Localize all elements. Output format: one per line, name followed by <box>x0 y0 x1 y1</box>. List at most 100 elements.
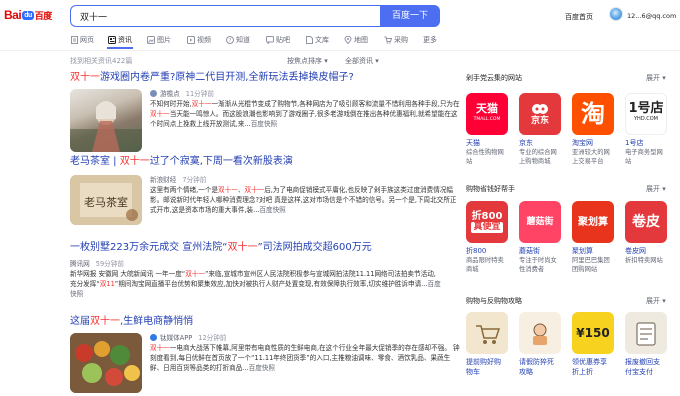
image-icon <box>147 36 155 44</box>
jd-icon: 京东 <box>519 93 561 135</box>
result-title[interactable]: 双十一游戏圈内卷严重?原神二代目开测,全新玩法丢掉换皮帽子? <box>70 72 442 84</box>
tab-wenku[interactable]: 文库 <box>305 33 329 47</box>
mogu-icon: 蘑菇街 <box>519 201 561 243</box>
news-result: 一枚别墅223万余元成交 宣州法院“双十一”司法网拍成交超600万元 腾讯网 59… <box>70 242 442 306</box>
news-result: 老马茶室 | 双十一过了个寂寞,下周一看次新股表演 老马茶室 新浪财经 7分钟前 … <box>70 156 457 236</box>
taobao-icon: 淘 <box>572 93 614 135</box>
result-source: 新浪财经 7分钟前 <box>150 176 207 184</box>
result-source: 钛媒体APP 12分钟前 <box>150 333 462 343</box>
logo-text-bai: Bai <box>4 8 22 22</box>
search-box <box>70 5 380 27</box>
chevron-down-icon: ▾ <box>662 185 666 193</box>
result-count: 找到相关资讯422篇 <box>70 57 133 65</box>
search-button[interactable]: 百度一下 <box>380 5 440 27</box>
result-snippet: 双十一一电商大战落下帷幕,阿里带有电商性质的生鲜电商,在这个行业全年最大促销季的… <box>150 344 460 373</box>
news-result: 这届双十一,生鲜电商静悄悄 钛媒体APP 12分钟前 双十一一电商大战落下帷幕,阿… <box>70 316 460 396</box>
avatar[interactable] <box>609 7 623 21</box>
result-body: 腾讯网 59分钟前 新华网报 安徽网 大皖新闻讯 一年一度“双十一”来临,宣城市宣… <box>70 259 442 300</box>
result-source: 游檐点 11分钟前 <box>150 89 462 99</box>
tab-images[interactable]: 图片 <box>147 33 171 47</box>
snapshot-link[interactable]: 百度快照 <box>251 120 277 128</box>
result-thumbnail[interactable] <box>70 333 142 393</box>
app-card[interactable]: 请假防猝死 攻略 <box>519 312 561 377</box>
result-title[interactable]: 这届双十一,生鲜电商静悄悄 <box>70 316 442 328</box>
snapshot-link[interactable]: 百度快照 <box>259 206 285 214</box>
search-tabs: 网页 资讯 图片 视频 ? 知道 贴吧 文库 地图 采购 更多 <box>70 33 450 47</box>
app-card[interactable]: 卷皮 卷皮网 折扣特卖网站 <box>625 201 667 265</box>
result-title[interactable]: 一枚别墅223万余元成交 宣州法院“双十一”司法网拍成交超600万元 <box>70 242 442 254</box>
snapshot-link[interactable]: 百度快照 <box>249 364 275 372</box>
question-icon: ? <box>226 36 234 44</box>
app-card[interactable]: 1号店 YHD.COM 1号店 电子商务型网 站 <box>625 93 667 166</box>
result-body: 游檐点 11分钟前 不知何时开始,双十一一渐渐从光棍节变成了购物节,各种网店为了吸… <box>150 89 462 130</box>
header-divider <box>0 50 680 51</box>
tab-zhidao[interactable]: ? 知道 <box>226 33 250 47</box>
sidebar-section-title: 购物与反购物攻略 <box>466 297 522 305</box>
source-icon <box>150 334 157 341</box>
app-card[interactable]: ¥150 领优惠券享 折上折 <box>572 312 614 377</box>
app-grid: 折800 真便宜 折800 商品限时特卖 商城 蘑菇街 蘑菇街 专注于时尚女 性消… <box>466 201 680 281</box>
app-card[interactable]: 聚划算 聚划算 阿里巴巴集团 团购网站 <box>572 201 614 274</box>
baidu-logo[interactable]: Bai du 百度 <box>4 8 52 22</box>
active-tab-indicator <box>107 47 133 49</box>
tab-tieba[interactable]: 贴吧 <box>266 33 290 47</box>
chevron-down-icon: ▾ <box>324 57 328 65</box>
logo-text-baidu: 百度 <box>34 11 53 21</box>
coupon-icon: ¥150 <box>572 312 614 354</box>
source-icon <box>150 90 157 97</box>
result-title[interactable]: 老马茶室 | 双十一过了个寂寞,下周一看次新股表演 <box>70 156 442 168</box>
cart-icon <box>384 36 392 44</box>
forum-icon <box>266 36 274 44</box>
svg-text:老马茶室: 老马茶室 <box>84 195 128 209</box>
app-card[interactable]: 提前购好购 物车 <box>466 312 508 377</box>
news-result: 双十一游戏圈内卷严重?原神二代目开测,全新玩法丢掉换皮帽子? 游檐点 11分钟前 … <box>70 72 460 152</box>
tab-news[interactable]: 资讯 <box>108 33 132 47</box>
rest-plan-icon <box>519 312 561 354</box>
tab-video[interactable]: 视频 <box>187 33 211 47</box>
tab-web[interactable]: 网页 <box>70 33 94 47</box>
search-input[interactable] <box>71 6 380 26</box>
doc-icon <box>305 36 313 44</box>
tmall-icon: 天猫 TMALL.COM <box>466 93 508 135</box>
sidebar-section-title: 购物省钱好帮手 <box>466 185 515 193</box>
app-card[interactable]: 淘 淘宝网 亚洲较大的网 上交易平台 <box>572 93 614 166</box>
tab-caigou[interactable]: 采购 <box>384 33 408 47</box>
chevron-down-icon: ▾ <box>662 297 666 305</box>
expand-button[interactable]: 展开 ▾ <box>646 296 666 306</box>
logo-paw-icon: du <box>22 11 34 20</box>
app-card[interactable]: 天猫 TMALL.COM 天猫 综合性购物网 站 <box>466 93 508 166</box>
result-thumbnail[interactable]: 老马茶室 <box>70 175 142 225</box>
result-source: 腾讯网 59分钟前 <box>70 260 124 268</box>
expand-button[interactable]: 展开 ▾ <box>646 73 666 83</box>
page-icon <box>70 36 78 44</box>
juanpi-icon: 卷皮 <box>625 201 667 243</box>
chevron-down-icon: ▾ <box>375 57 379 65</box>
result-body: 钛媒体APP 12分钟前 双十一一电商大战落下帷幕,阿里带有电商性质的生鲜电商,在… <box>150 333 462 374</box>
result-snippet: 不知何时开始,双十一一渐渐从光棍节变成了购物节,各种网店为了吸引顾客和流量不惜利… <box>150 100 460 129</box>
app-grid: 提前购好购 物车 请假防猝死 攻略 ¥150 领优惠券享 折上折 报废撤回支 付… <box>466 312 680 392</box>
app-card[interactable]: 折800 真便宜 折800 商品限时特卖 商城 <box>466 201 508 274</box>
cart-plan-icon <box>466 312 508 354</box>
tab-more[interactable]: 更多 <box>423 33 437 47</box>
juhuasuan-icon: 聚划算 <box>572 201 614 243</box>
app-grid: 天猫 TMALL.COM 天猫 综合性购物网 站 京东 京东 专业的综合网 上购物… <box>466 93 680 173</box>
header: Baidu百度 百度一下 百度首页 12...6@qq.com <box>0 0 680 28</box>
app-card[interactable]: 报废撤回支 付宝支付 <box>625 312 667 377</box>
video-icon <box>187 36 195 44</box>
result-body: 新浪财经 7分钟前 这里有两个情绪,一个是双十一、双十一后,为了电商促销模式平庸化… <box>150 175 462 216</box>
home-link[interactable]: 百度首页 <box>565 12 593 22</box>
result-snippet: 这里有两个情绪,一个是双十一、双十一后,为了电商促销模式平庸化,也反映了剁手族这… <box>150 186 457 215</box>
user-account[interactable]: 12...6@qq.com <box>627 12 676 20</box>
scope-filter[interactable]: 全部资讯 ▾ <box>345 56 379 66</box>
tab-map[interactable]: 地图 <box>344 33 368 47</box>
sort-filter[interactable]: 按焦点排序 ▾ <box>287 56 328 66</box>
app-card[interactable]: 蘑菇街 蘑菇街 专注于时尚女 性消费者 <box>519 201 561 274</box>
result-thumbnail[interactable] <box>70 89 142 152</box>
app-card[interactable]: 京东 京东 专业的综合网 上购物商城 <box>519 93 561 166</box>
sidebar-section-title: 剁手党云集的网站 <box>466 74 522 82</box>
result-snippet: 新华网报 安徽网 大皖新闻讯 一年一度“双十一”来临,宣城市宣州区人民法院积极参… <box>70 270 441 299</box>
expand-button[interactable]: 展开 ▾ <box>646 184 666 194</box>
map-icon <box>344 36 352 44</box>
yhd-icon: 1号店 YHD.COM <box>625 93 667 135</box>
chevron-down-icon: ▾ <box>662 74 666 82</box>
